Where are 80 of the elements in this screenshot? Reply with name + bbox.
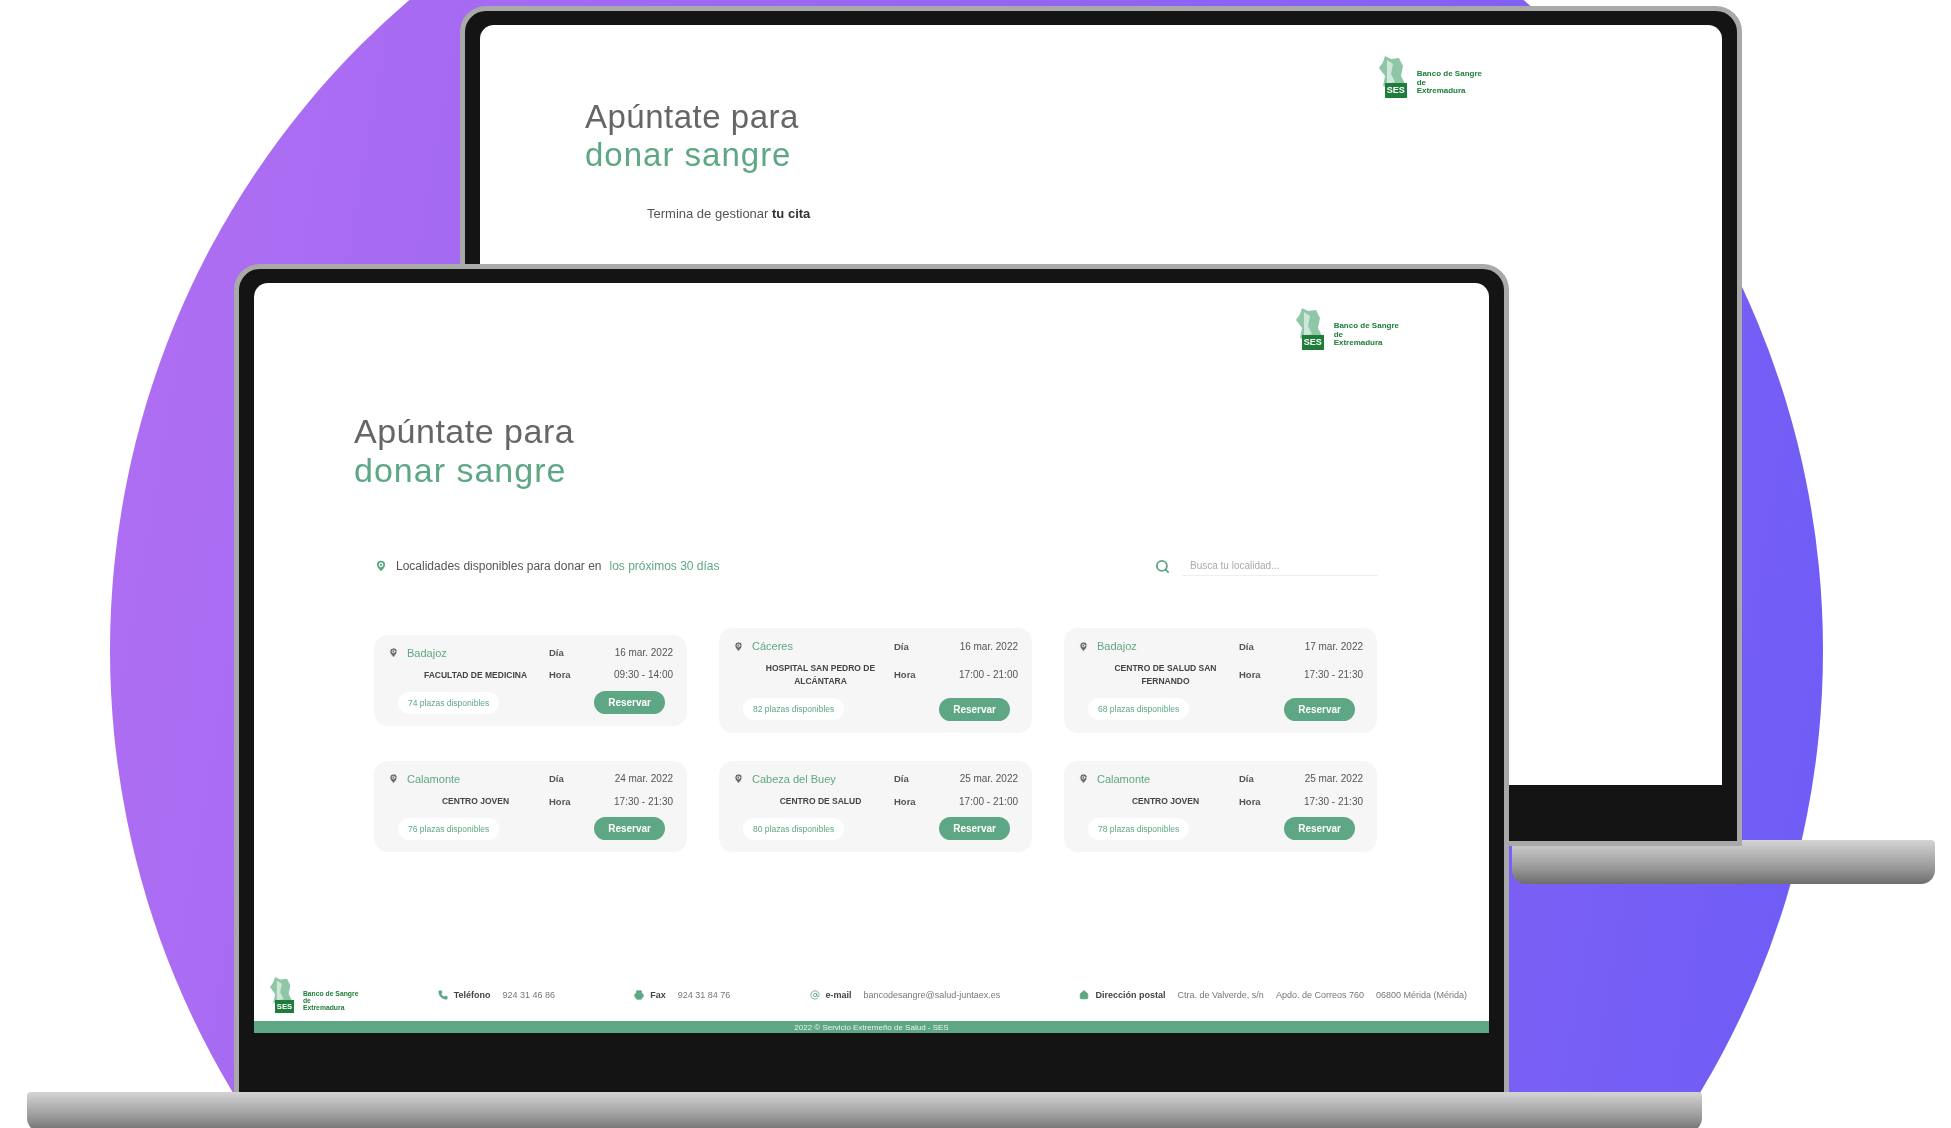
date-text: 17 mar. 2022 bbox=[1303, 640, 1363, 652]
logo-text: Banco de Sangre de Extremadura bbox=[1333, 322, 1399, 348]
time-text: 17:00 - 21:00 bbox=[958, 669, 1018, 681]
day-label: Día bbox=[549, 647, 565, 659]
contact-value: 924 31 84 76 bbox=[677, 990, 731, 1001]
logo-text: Banco de Sangre de Extremadura bbox=[1416, 70, 1482, 96]
place-name: CENTRO DE SALUD SAN FERNANDO bbox=[1113, 662, 1218, 688]
hour-label: Hora bbox=[894, 795, 917, 807]
map-pin-icon bbox=[733, 773, 744, 785]
hour-label: Hora bbox=[549, 795, 572, 807]
contact-value: Apdo. de Correos 760 bbox=[1275, 990, 1364, 1001]
contact-label: Teléfono bbox=[453, 990, 491, 1001]
home-icon bbox=[1079, 990, 1090, 1001]
town-name: Cáceres bbox=[752, 640, 793, 653]
fax-icon bbox=[634, 990, 645, 1001]
spots-badge: 76 plazas disponibles bbox=[398, 817, 500, 840]
time-text: 17:30 - 21:30 bbox=[613, 795, 673, 807]
spots-badge: 68 plazas disponibles bbox=[1088, 698, 1190, 721]
town-name: Badajoz bbox=[1097, 640, 1137, 653]
date-text: 16 mar. 2022 bbox=[613, 647, 673, 659]
copyright-text: 2022 © Servicio Extremeño de Salud - SES bbox=[794, 1023, 949, 1032]
time-text: 17:30 - 21:30 bbox=[1303, 669, 1363, 681]
hour-label: Hora bbox=[1239, 795, 1262, 807]
map-pin-icon bbox=[1078, 773, 1089, 785]
day-label: Día bbox=[549, 773, 565, 785]
contact-label: Fax bbox=[650, 990, 666, 1001]
hour-label: Hora bbox=[549, 669, 572, 681]
map-pin-icon bbox=[374, 559, 388, 574]
page-title: Apúntate para donar sangre bbox=[354, 412, 576, 491]
logo-badge: SES bbox=[1301, 335, 1324, 350]
phone-icon bbox=[437, 990, 448, 1001]
map-pin-icon bbox=[1078, 640, 1089, 652]
search-icon bbox=[1155, 558, 1170, 574]
date-text: 25 mar. 2022 bbox=[958, 773, 1018, 785]
map-pin-icon bbox=[733, 640, 744, 652]
spots-badge: 74 plazas disponibles bbox=[398, 691, 500, 714]
contact-label: e-mail bbox=[825, 990, 852, 1001]
map-pin-icon bbox=[388, 647, 399, 659]
place-name: CENTRO JOVEN bbox=[440, 794, 511, 808]
reserve-button[interactable]: Reservar bbox=[594, 817, 665, 841]
date-range-link[interactable]: los próximos 30 días bbox=[609, 559, 720, 574]
town-name: Cabeza del Buey bbox=[752, 772, 836, 785]
reserve-button[interactable]: Reservar bbox=[594, 691, 665, 715]
logo-badge: SES bbox=[1384, 83, 1407, 98]
time-text: 17:00 - 21:00 bbox=[958, 795, 1018, 807]
spots-badge: 78 plazas disponibles bbox=[1088, 817, 1190, 840]
date-text: 24 mar. 2022 bbox=[613, 773, 673, 785]
date-text: 25 mar. 2022 bbox=[1303, 773, 1363, 785]
reserve-button[interactable]: Reservar bbox=[939, 697, 1010, 721]
day-label: Día bbox=[894, 773, 910, 785]
day-label: Día bbox=[1239, 773, 1255, 785]
subtitle: Termina de gestionar tu cita bbox=[647, 205, 812, 221]
town-name: Calamonte bbox=[1097, 772, 1151, 785]
place-name: CENTRO DE SALUD bbox=[778, 794, 863, 808]
day-label: Día bbox=[894, 640, 910, 652]
at-sign-icon bbox=[809, 990, 820, 1001]
contact-label: Dirección postal bbox=[1095, 990, 1166, 1001]
page-title: Apúntate para donar sangre bbox=[585, 98, 800, 174]
time-text: 17:30 - 21:30 bbox=[1303, 795, 1363, 807]
place-name: CENTRO JOVEN bbox=[1130, 794, 1201, 808]
place-name: FACULTAD DE MEDICINA bbox=[422, 668, 529, 682]
contact-value: Ctra. de Valverde, s/n bbox=[1177, 990, 1264, 1001]
day-label: Día bbox=[1239, 640, 1255, 652]
hour-label: Hora bbox=[894, 669, 917, 681]
reserve-button[interactable]: Reservar bbox=[939, 817, 1010, 841]
date-text: 16 mar. 2022 bbox=[958, 640, 1018, 652]
reserve-button[interactable]: Reservar bbox=[1284, 697, 1355, 721]
spots-badge: 82 plazas disponibles bbox=[743, 698, 845, 721]
contact-value: 06800 Mérida (Mérida) bbox=[1375, 990, 1467, 1001]
reserve-button[interactable]: Reservar bbox=[1284, 817, 1355, 841]
town-name: Badajoz bbox=[407, 646, 447, 659]
contact-value: 924 31 46 86 bbox=[502, 990, 556, 1001]
map-pin-icon bbox=[388, 773, 399, 785]
place-name: HOSPITAL SAN PEDRO DE ALCÁNTARA bbox=[764, 662, 877, 688]
spots-badge: 80 plazas disponibles bbox=[743, 817, 845, 840]
locations-intro: Localidades disponibles para donar en bbox=[396, 559, 602, 574]
contact-value: bancodesangre@salud-juntaex.es bbox=[863, 990, 1001, 1001]
hour-label: Hora bbox=[1239, 669, 1262, 681]
time-text: 09:30 - 14:00 bbox=[613, 669, 673, 681]
town-name: Calamonte bbox=[407, 772, 461, 785]
